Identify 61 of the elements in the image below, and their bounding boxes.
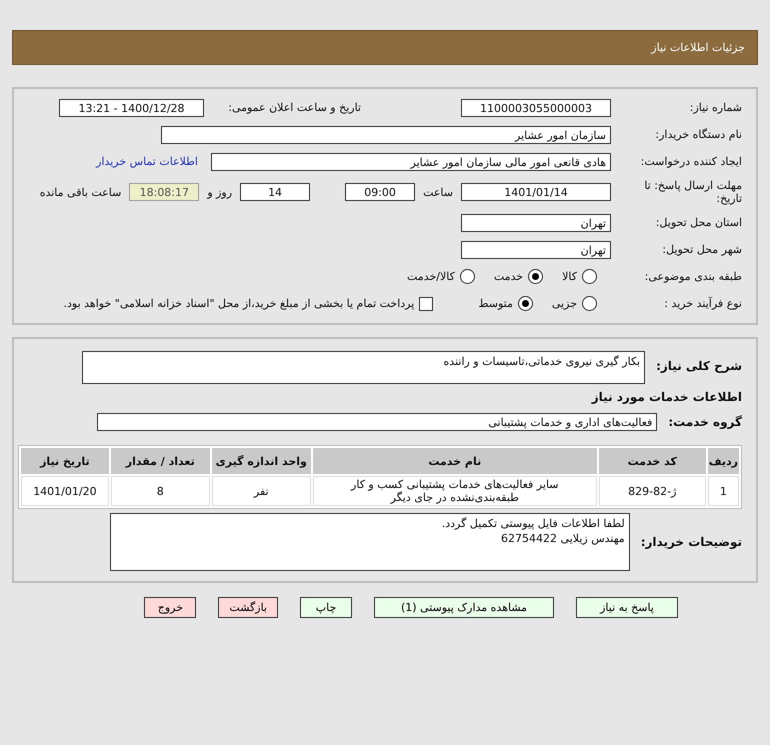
field-label: توضیحات خریدار: — [640, 534, 742, 550]
column-header: تعداد / مقدار — [110, 448, 210, 474]
page-title: جزئیات اطلاعات نیاز — [651, 41, 745, 54]
checkbox[interactable] — [419, 296, 434, 310]
field-label: طبقه بندی موضوعی: — [644, 270, 742, 283]
radio-label: خدمت — [494, 270, 524, 283]
table-cell: 1 — [708, 476, 739, 506]
note-line: مهندس زیلایی 62754422 — [500, 531, 625, 546]
province-field: تهران — [461, 214, 611, 232]
radio-button[interactable] — [582, 269, 597, 284]
table-cell: ژ-82-829 — [598, 476, 706, 506]
note-line: لطفا اطلاعات فایل پیوستی تکمیل گردد. — [440, 516, 625, 532]
field-label: روز و — [206, 186, 234, 198]
field-label: شماره نیاز: — [688, 101, 742, 114]
column-header: واحد اندازه گیری — [212, 448, 311, 474]
description-field: بکار گیری نیروی خدماتی،تاسیسات و راننده — [82, 351, 646, 384]
action-button[interactable]: خروج — [144, 597, 196, 618]
action-button[interactable]: بازگشت — [218, 597, 278, 618]
table-cell: 8 — [110, 476, 210, 506]
field-label: ایجاد کننده درخواست: — [640, 155, 742, 168]
radio-label: جزیی — [552, 297, 577, 310]
field-label: نام دستگاه خریدار: — [654, 128, 742, 141]
radio-button[interactable] — [460, 269, 475, 284]
field-label: ساعت — [422, 186, 454, 198]
field-label: ساعت باقی مانده — [38, 186, 122, 198]
contact-link[interactable]: اطلاعات تماس خریدار — [96, 155, 198, 168]
section-heading: اطلاعات خدمات مورد نیاز — [590, 390, 742, 404]
action-button[interactable]: مشاهده مدارک پیوستی (1) — [374, 597, 554, 618]
column-header: ردیف — [708, 448, 739, 474]
action-button[interactable]: پاسخ به نیاز — [576, 597, 678, 618]
days-field: 14 — [240, 183, 310, 201]
radio-button[interactable] — [528, 269, 544, 284]
column-header: کد خدمت — [598, 448, 706, 474]
table-cell: نفر — [212, 476, 311, 506]
table-cell: سایر فعالیت‌های خدمات پشتیبانی کسب و کار طبقه‌بندی‌نشده در جای دیگر — [312, 476, 597, 506]
table-cell: 1401/01/20 — [21, 476, 109, 506]
field-label: مهلت ارسال پاسخ: تا تاریخ: — [643, 178, 742, 206]
need-number-field: 1100003055000003 — [461, 98, 611, 116]
field-label: تاریخ و ساعت اعلان عمومی: — [227, 101, 361, 114]
field-label: گروه خدمت: — [668, 414, 742, 428]
field-label: استان محل تحویل: — [654, 216, 742, 229]
deadline-date-field: 1401/01/14 — [461, 183, 611, 201]
radio-button[interactable] — [582, 296, 597, 311]
city-field: تهران — [461, 240, 611, 258]
column-header: تاریخ نیاز — [21, 448, 109, 474]
radio-button[interactable] — [518, 296, 533, 311]
radio-label: کالا — [562, 270, 577, 283]
radio-label: متوسط — [478, 297, 513, 310]
deadline-time-field: 09:00 — [345, 183, 416, 201]
remaining-time-field: 18:08:17 — [129, 183, 200, 201]
field-label: شهر محل تحویل: — [661, 243, 742, 256]
checkbox-label: پرداخت تمام یا بخشی از مبلغ خرید،از محل "اسناد خزانه اسلامی" خواهد بود. — [64, 297, 414, 310]
field-label: نوع فرآیند خرید : — [663, 297, 742, 310]
service-group-field: فعالیت‌های اداری و خدمات پشتیبانی — [97, 412, 658, 430]
action-button[interactable]: چاپ — [300, 597, 352, 618]
radio-label: کالا/خدمت — [407, 270, 455, 283]
announce-date-field: 1400/12/28 - 13:21 — [59, 98, 204, 116]
column-header: نام خدمت — [312, 448, 597, 474]
field-label: شرح کلی نیاز: — [656, 358, 742, 373]
buyer-field: سازمان امور عشایر — [161, 126, 611, 144]
requester-field: هادی قانعی امور مالی سازمان امور عشایر — [211, 152, 611, 170]
